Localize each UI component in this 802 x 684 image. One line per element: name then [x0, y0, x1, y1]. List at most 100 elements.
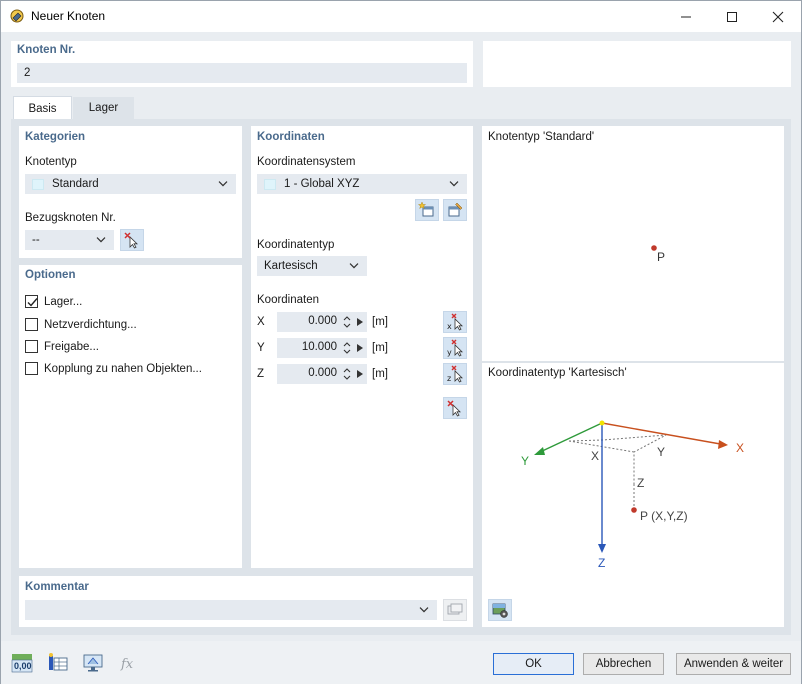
pick-cursor-icon	[124, 232, 138, 249]
play-arrow-icon[interactable]	[356, 369, 364, 379]
formula-icon: fx	[120, 657, 134, 672]
ref-node-value: --	[32, 234, 40, 246]
chevron-down-icon	[419, 607, 429, 613]
minimize-button[interactable]	[663, 1, 709, 32]
coord-type-preview: Koordinatentyp 'Kartesisch' X Y Z X Y Z …	[482, 363, 784, 627]
node-number-input[interactable]: 2	[17, 63, 467, 83]
spin-arrows-icon[interactable]	[342, 340, 352, 356]
coord-type-label: Koordinatentyp	[257, 239, 335, 251]
chevron-down-icon	[218, 181, 228, 187]
display-settings-icon	[83, 654, 103, 672]
ref-node-label: Bezugsknoten Nr.	[25, 212, 116, 224]
title-bar: Neuer Knoten	[1, 1, 801, 32]
z-axis-caption: Z	[598, 556, 606, 570]
info-table-button[interactable]	[47, 652, 69, 674]
node-point-marker	[651, 245, 657, 251]
play-arrow-icon[interactable]	[356, 343, 364, 353]
mesh-refinement-label[interactable]: Netzverdichtung...	[44, 319, 137, 331]
node-type-value: Standard	[52, 178, 99, 190]
coord-system-select[interactable]: 1 - Global XYZ	[257, 174, 467, 194]
units-button[interactable]: 0,00	[11, 652, 33, 674]
pick-cursor-icon	[447, 400, 461, 417]
tab-basis[interactable]: Basis	[13, 96, 72, 120]
node-type-label: Knotentyp	[25, 156, 77, 168]
coord-system-value: 1 - Global XYZ	[284, 178, 360, 190]
units-icon-text: 0,00	[14, 661, 32, 671]
display-settings-button[interactable]	[82, 652, 104, 674]
node-type-select[interactable]: Standard	[25, 174, 236, 194]
coordinates-title: Koordinaten	[257, 131, 325, 143]
x-axis-line	[601, 422, 727, 446]
z-axis-label: Z	[257, 368, 265, 380]
window-title: Neuer Knoten	[31, 9, 106, 23]
svg-text:z: z	[447, 374, 451, 383]
y-unit-label: [m]	[372, 342, 388, 354]
y-coordinate-input[interactable]: 10.000	[277, 338, 367, 358]
svg-text:x: x	[447, 322, 452, 331]
comment-library-icon	[447, 603, 463, 615]
chevron-down-icon	[96, 237, 106, 243]
z-projection-caption: Z	[637, 476, 645, 490]
mesh-refinement-checkbox[interactable]	[25, 318, 38, 331]
z-coordinate-input[interactable]: 0.000	[277, 364, 367, 384]
ref-node-select[interactable]: --	[25, 230, 114, 250]
edit-coord-system-icon	[448, 202, 463, 217]
node-type-preview: Knotentyp 'Standard' P	[482, 126, 784, 361]
maximize-button[interactable]	[709, 1, 755, 32]
pick-z-button[interactable]: z	[443, 363, 467, 385]
p-coords-caption: P (X,Y,Z)	[640, 509, 688, 523]
play-arrow-icon[interactable]	[356, 317, 364, 327]
node-point-label: P	[657, 250, 666, 264]
pick-x-button[interactable]: x	[443, 311, 467, 333]
pick-z-icon: z	[447, 365, 463, 383]
pick-y-button[interactable]: y	[443, 337, 467, 359]
preview-options-button[interactable]	[488, 599, 512, 621]
chevron-down-icon	[449, 181, 459, 187]
node-number-label: Knoten Nr.	[17, 44, 76, 56]
spin-arrows-icon[interactable]	[342, 314, 352, 330]
z-coordinate-value: 0.000	[308, 367, 337, 379]
new-coord-system-button[interactable]	[415, 199, 439, 221]
x-unit-label: [m]	[372, 316, 388, 328]
image-settings-icon	[492, 603, 508, 618]
release-label[interactable]: Freigabe...	[44, 341, 99, 353]
header-blank-panel	[483, 41, 791, 87]
coupling-checkbox[interactable]	[25, 362, 38, 375]
dialog-window: Neuer Knoten Knoten Nr. 2 Basis Lager Ka…	[0, 0, 802, 684]
pick-all-coords-button[interactable]	[443, 397, 467, 419]
svg-text:fx: fx	[120, 657, 134, 672]
ok-button[interactable]: OK	[493, 653, 574, 675]
coord-system-swatch	[264, 178, 276, 190]
formula-button[interactable]: fx	[117, 652, 139, 674]
origin-marker	[599, 420, 605, 426]
x-coordinate-input[interactable]: 0.000	[277, 312, 367, 332]
pick-ref-node-button[interactable]	[120, 229, 144, 251]
comment-input[interactable]	[25, 600, 437, 620]
close-button[interactable]	[755, 1, 801, 32]
z-axis-arrow	[598, 544, 606, 553]
tab-lager[interactable]: Lager	[73, 97, 134, 119]
axes-diagram	[534, 420, 728, 553]
projection-lines	[568, 434, 667, 484]
edit-coord-system-button[interactable]	[443, 199, 467, 221]
spin-arrows-icon[interactable]	[342, 366, 352, 382]
z-unit-label: [m]	[372, 368, 388, 380]
svg-text:y: y	[447, 348, 452, 357]
categories-title: Kategorien	[25, 131, 86, 143]
cancel-button[interactable]: Abbrechen	[583, 653, 664, 675]
pick-y-icon: y	[447, 339, 463, 357]
apply-next-button[interactable]: Anwenden & weiter	[676, 653, 791, 675]
checkmark-icon	[27, 298, 38, 307]
comment-library-button[interactable]	[443, 599, 467, 621]
coord-type-select[interactable]: Kartesisch	[257, 256, 367, 276]
release-checkbox[interactable]	[25, 340, 38, 353]
support-option-label[interactable]: Lager...	[44, 296, 82, 308]
node-app-icon	[9, 8, 25, 24]
support-checkbox[interactable]	[25, 295, 38, 308]
new-coord-system-icon	[418, 201, 434, 217]
coordinates-panel: Koordinaten Koordinatensystem 1 - Global…	[251, 126, 473, 568]
coupling-label[interactable]: Kopplung zu nahen Objekten...	[44, 363, 202, 375]
p-point-marker	[631, 507, 637, 513]
coord-type-value: Kartesisch	[264, 260, 318, 272]
node-type-swatch	[32, 178, 44, 190]
